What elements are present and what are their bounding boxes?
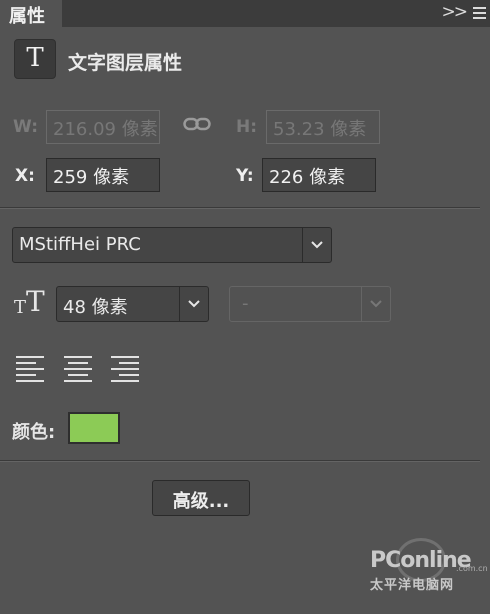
chevron-down-icon [361, 287, 390, 321]
chevron-down-icon [179, 287, 208, 321]
width-field[interactable]: 216.09 像素 [46, 110, 160, 144]
watermark-tld: .com.cn [456, 564, 488, 573]
font-size-icon: T T [14, 285, 45, 318]
watermark-logo: PConline .com.cn 太平洋电脑网 [368, 538, 488, 593]
font-family-select[interactable]: MStiffHei PRC [12, 227, 332, 263]
height-label: H: [236, 117, 258, 137]
advanced-button[interactable]: 高级... [152, 480, 250, 516]
panel-menu-icon[interactable] [473, 7, 486, 22]
chevron-down-icon [302, 228, 331, 262]
text-layer-icon: T [14, 39, 56, 79]
color-swatch[interactable] [68, 412, 120, 444]
section-divider [0, 207, 480, 209]
tab-properties-label: 属性 [9, 6, 45, 27]
panel-title: 文字图层属性 [68, 52, 183, 74]
y-label: Y: [236, 166, 254, 186]
font-family-value: MStiffHei PRC [19, 234, 141, 255]
x-position-field[interactable]: 259 像素 [46, 158, 160, 192]
x-label: X: [15, 166, 35, 186]
font-size-value: 48 像素 [63, 297, 128, 318]
align-right-icon[interactable] [111, 354, 141, 382]
align-left-icon[interactable] [16, 354, 46, 382]
align-center-icon[interactable] [64, 354, 94, 382]
tab-properties[interactable]: 属性 [0, 0, 62, 27]
font-size-select[interactable]: 48 像素 [56, 286, 209, 322]
color-label: 颜色: [12, 422, 56, 443]
section-divider [0, 460, 480, 462]
link-proportions-icon[interactable] [183, 117, 211, 131]
height-field[interactable]: 53.23 像素 [266, 110, 380, 144]
font-style-select[interactable]: - [229, 286, 391, 322]
panel-tab-bar: 属性 >> [0, 0, 490, 27]
collapse-panel-icon[interactable]: >> [442, 2, 468, 22]
font-style-value: - [242, 293, 249, 314]
width-label: W: [13, 117, 39, 137]
y-position-field[interactable]: 226 像素 [262, 158, 376, 192]
watermark-subtitle: 太平洋电脑网 [370, 578, 455, 593]
